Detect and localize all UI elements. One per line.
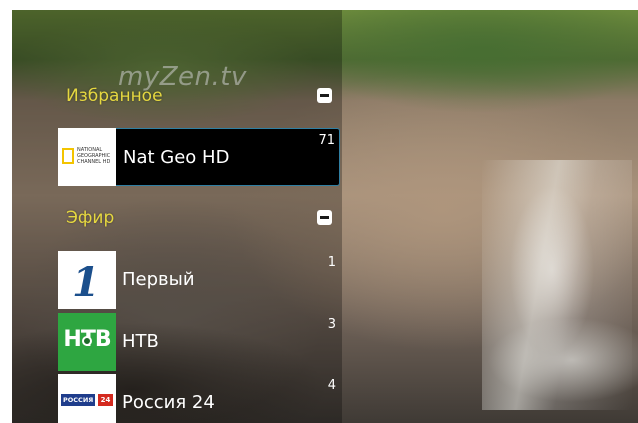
channel-item-perviy[interactable]: 1 Первый 1: [58, 251, 340, 309]
channel-item-rossiya24[interactable]: РОССИЯ 24 Россия 24 4: [58, 374, 340, 423]
natgeo-frame-icon: [62, 148, 74, 164]
rossiya24-logo-icon: РОССИЯ 24: [58, 374, 116, 423]
channel-name: Nat Geo HD: [123, 147, 230, 168]
rossiya-logo-text: РОССИЯ: [61, 394, 96, 406]
perviy-logo-icon: 1: [58, 251, 116, 309]
video-waterfall: [482, 160, 632, 410]
channel-name: НТВ: [122, 331, 159, 352]
perviy-logo-glyph: 1: [72, 259, 100, 306]
natgeo-logo-icon: NATIONAL GEOGRAPHIC CHANNEL HD: [58, 128, 116, 186]
group-title-air: Эфир: [66, 208, 115, 228]
channel-number: 3: [327, 317, 336, 332]
channel-number: 71: [318, 133, 335, 148]
ntv-logo-icon: НТВ: [58, 313, 116, 371]
channel-item-ntv[interactable]: НТВ НТВ 3: [58, 313, 340, 371]
collapse-air-icon[interactable]: [317, 210, 332, 225]
channel-number: 4: [327, 378, 336, 393]
channel-item-natgeo[interactable]: NATIONAL GEOGRAPHIC CHANNEL HD Nat Geo H…: [58, 128, 340, 186]
ntv-logo-dot: [82, 336, 92, 346]
rossiya-logo-number: 24: [98, 394, 113, 406]
channel-name: Россия 24: [122, 392, 215, 413]
channel-number: 1: [327, 255, 336, 270]
natgeo-logo-text: NATIONAL GEOGRAPHIC CHANNEL HD: [77, 147, 111, 165]
channel-name: Первый: [122, 269, 195, 290]
group-title-favorites: Избранное: [66, 86, 163, 106]
collapse-favorites-icon[interactable]: [317, 88, 332, 103]
